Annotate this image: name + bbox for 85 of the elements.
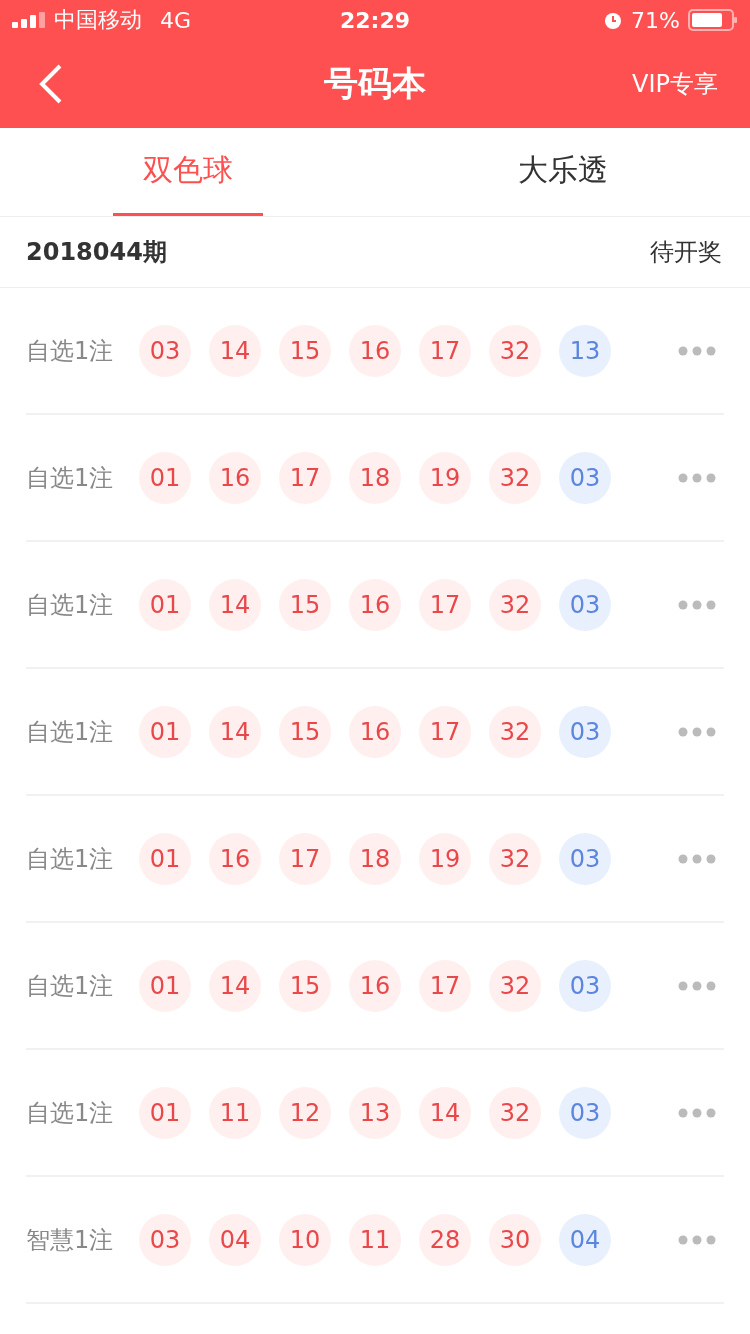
alarm-icon bbox=[603, 10, 624, 30]
number-ball: 04 bbox=[559, 1213, 611, 1266]
number-ball: 16 bbox=[349, 705, 401, 758]
number-ball: 28 bbox=[419, 1213, 471, 1266]
number-ball: 32 bbox=[489, 578, 541, 631]
number-ball: 11 bbox=[349, 1213, 401, 1266]
number-ball: 03 bbox=[559, 959, 611, 1012]
number-ball: 17 bbox=[419, 705, 471, 758]
number-ball: 16 bbox=[349, 959, 401, 1012]
number-ball: 17 bbox=[419, 959, 471, 1012]
number-ball: 14 bbox=[209, 705, 261, 758]
number-ball: 01 bbox=[139, 451, 191, 504]
ticket-label: 自选1注 bbox=[26, 843, 115, 875]
number-ball: 10 bbox=[279, 1213, 331, 1266]
more-icon[interactable] bbox=[678, 599, 716, 610]
ticket-label: 自选1注 bbox=[26, 589, 115, 621]
number-ball: 16 bbox=[349, 578, 401, 631]
more-icon[interactable] bbox=[678, 1234, 716, 1245]
lottery-tab[interactable]: 双色球 bbox=[112, 128, 263, 216]
number-ball: 14 bbox=[209, 959, 261, 1012]
number-ball: 15 bbox=[279, 324, 331, 377]
number-ball: 03 bbox=[559, 1086, 611, 1139]
number-ball: 15 bbox=[279, 959, 331, 1012]
ticket-label: 智慧1注 bbox=[26, 1224, 115, 1256]
lottery-tab[interactable]: 大乐透 bbox=[487, 128, 638, 216]
number-ball: 12 bbox=[279, 1086, 331, 1139]
number-ball: 03 bbox=[559, 832, 611, 885]
more-icon[interactable] bbox=[678, 980, 716, 991]
more-icon[interactable] bbox=[678, 726, 716, 737]
number-ball: 14 bbox=[209, 578, 261, 631]
number-ball: 18 bbox=[349, 832, 401, 885]
battery-icon bbox=[688, 9, 738, 31]
more-icon[interactable] bbox=[678, 853, 716, 864]
ticket-label: 自选1注 bbox=[26, 716, 115, 748]
signal-icon bbox=[12, 12, 46, 28]
number-ball: 32 bbox=[489, 832, 541, 885]
network-type: 4G bbox=[160, 7, 192, 33]
number-ball: 17 bbox=[279, 832, 331, 885]
number-ball: 16 bbox=[209, 832, 261, 885]
number-ball: 17 bbox=[279, 451, 331, 504]
number-ball: 03 bbox=[139, 324, 191, 377]
vip-link[interactable]: VIP专享 bbox=[632, 68, 718, 100]
more-icon[interactable] bbox=[678, 472, 716, 483]
clock-time: 22:29 bbox=[340, 7, 410, 33]
number-ball: 14 bbox=[209, 324, 261, 377]
number-ball: 03 bbox=[559, 705, 611, 758]
number-ball: 16 bbox=[209, 451, 261, 504]
number-ball: 15 bbox=[279, 578, 331, 631]
ticket-label: 自选1注 bbox=[26, 970, 115, 1002]
ticket-label: 自选1注 bbox=[26, 335, 115, 367]
number-ball: 03 bbox=[559, 578, 611, 631]
number-ball: 01 bbox=[139, 1086, 191, 1139]
number-ball: 15 bbox=[279, 705, 331, 758]
number-ball: 32 bbox=[489, 324, 541, 377]
number-ball: 01 bbox=[139, 959, 191, 1012]
more-icon[interactable] bbox=[678, 1107, 716, 1118]
number-ball: 30 bbox=[489, 1213, 541, 1266]
number-ball: 11 bbox=[209, 1086, 261, 1139]
ticket-label: 自选1注 bbox=[26, 462, 115, 494]
page-title: 号码本 bbox=[324, 62, 426, 105]
number-ball: 01 bbox=[139, 578, 191, 631]
issue-number: 2018044期 bbox=[26, 237, 167, 268]
more-icon[interactable] bbox=[678, 345, 716, 356]
number-ball: 14 bbox=[419, 1086, 471, 1139]
number-ball: 19 bbox=[419, 832, 471, 885]
number-ball: 32 bbox=[489, 1086, 541, 1139]
ticket-label: 自选1注 bbox=[26, 1097, 115, 1129]
carrier-name: 中国移动 bbox=[54, 6, 142, 34]
number-ball: 17 bbox=[419, 578, 471, 631]
number-ball: 01 bbox=[139, 705, 191, 758]
battery-percent: 71% bbox=[631, 7, 680, 33]
number-ball: 01 bbox=[139, 832, 191, 885]
number-ball: 32 bbox=[489, 451, 541, 504]
number-ball: 13 bbox=[559, 324, 611, 377]
number-ball: 03 bbox=[139, 1213, 191, 1266]
number-ball: 13 bbox=[349, 1086, 401, 1139]
number-ball: 18 bbox=[349, 451, 401, 504]
number-ball: 32 bbox=[489, 705, 541, 758]
number-ball: 17 bbox=[419, 324, 471, 377]
number-ball: 04 bbox=[209, 1213, 261, 1266]
number-ball: 16 bbox=[349, 324, 401, 377]
draw-status: 待开奖 bbox=[650, 237, 722, 268]
number-ball: 32 bbox=[489, 959, 541, 1012]
number-ball: 19 bbox=[419, 451, 471, 504]
number-ball: 03 bbox=[559, 451, 611, 504]
